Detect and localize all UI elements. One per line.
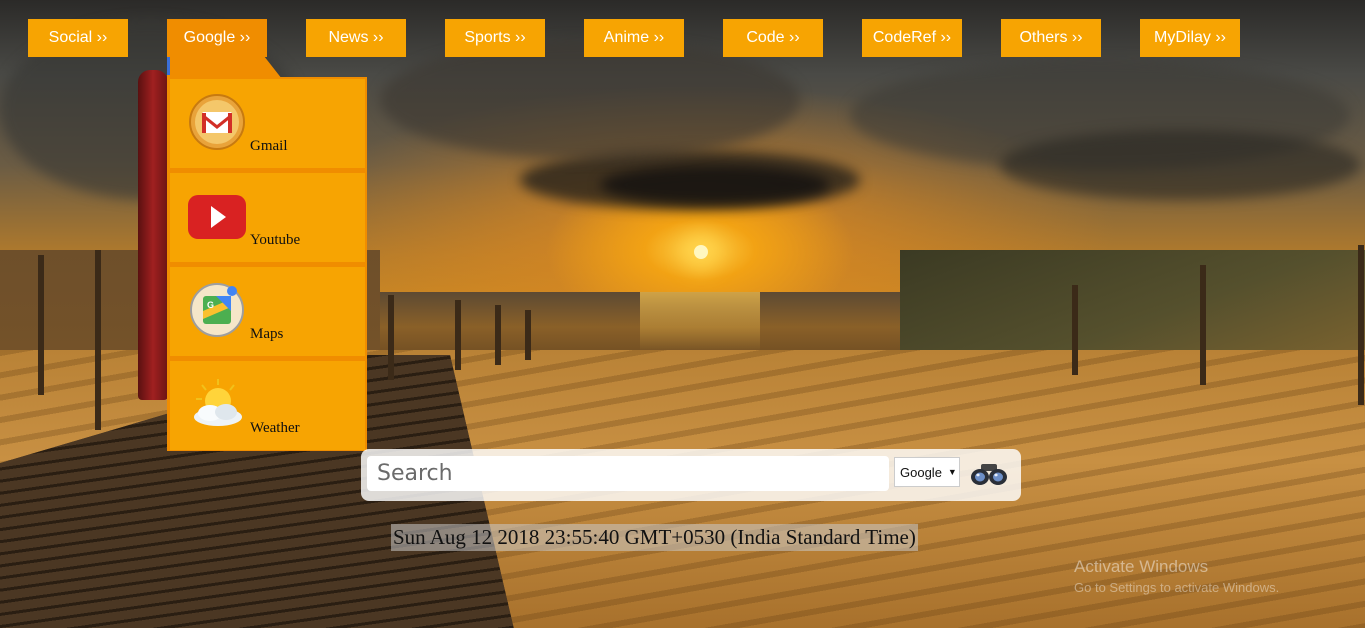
weather-icon	[194, 379, 242, 426]
clock-display: Sun Aug 12 2018 23:55:40 GMT+0530 (India…	[391, 524, 918, 551]
binoculars-icon[interactable]	[970, 459, 1008, 489]
dropdown-item-weather[interactable]: Weather	[170, 361, 365, 450]
dropdown-item-label: Youtube	[250, 232, 301, 248]
top-nav: Social ›› Google ›› News ›› Sports ›› An…	[0, 19, 1365, 57]
active-tab-connector	[167, 57, 282, 79]
nav-others[interactable]: Others ››	[1001, 19, 1101, 57]
activate-windows-subtitle: Go to Settings to activate Windows.	[1074, 580, 1280, 595]
svg-text:G: G	[207, 300, 214, 310]
search-input[interactable]	[367, 456, 889, 491]
dropdown-item-label: Maps	[250, 326, 284, 342]
chevron-down-icon: ▼	[947, 467, 957, 477]
nav-anime[interactable]: Anime ››	[584, 19, 684, 57]
nav-code[interactable]: Code ››	[723, 19, 823, 57]
dropdown-item-label: Weather	[250, 420, 300, 436]
google-dropdown-menu: Gmail Youtube G Maps Weather	[167, 77, 367, 451]
activate-windows-title: Activate Windows	[1074, 557, 1209, 576]
maps-icon: G	[190, 283, 244, 337]
active-tab-accent	[167, 57, 170, 75]
search-bar: Google ▼	[361, 449, 1021, 501]
dropdown-item-label: Gmail	[250, 138, 288, 154]
nav-google[interactable]: Google ››	[167, 19, 267, 57]
sun	[694, 245, 708, 259]
gmail-icon	[189, 94, 245, 150]
surfboard	[138, 70, 168, 400]
dropdown-item-youtube[interactable]: Youtube	[170, 173, 365, 262]
nav-coderef[interactable]: CodeRef ››	[862, 19, 962, 57]
search-engine-select[interactable]: Google ▼	[894, 457, 960, 487]
nav-sports[interactable]: Sports ››	[445, 19, 545, 57]
nav-news[interactable]: News ››	[306, 19, 406, 57]
dropdown-item-maps[interactable]: G Maps	[170, 267, 365, 356]
search-engine-value: Google	[900, 464, 942, 480]
youtube-icon	[188, 195, 246, 239]
dropdown-item-gmail[interactable]: Gmail	[170, 79, 365, 168]
nav-social[interactable]: Social ››	[28, 19, 128, 57]
nav-mydilay[interactable]: MyDilay ››	[1140, 19, 1240, 57]
